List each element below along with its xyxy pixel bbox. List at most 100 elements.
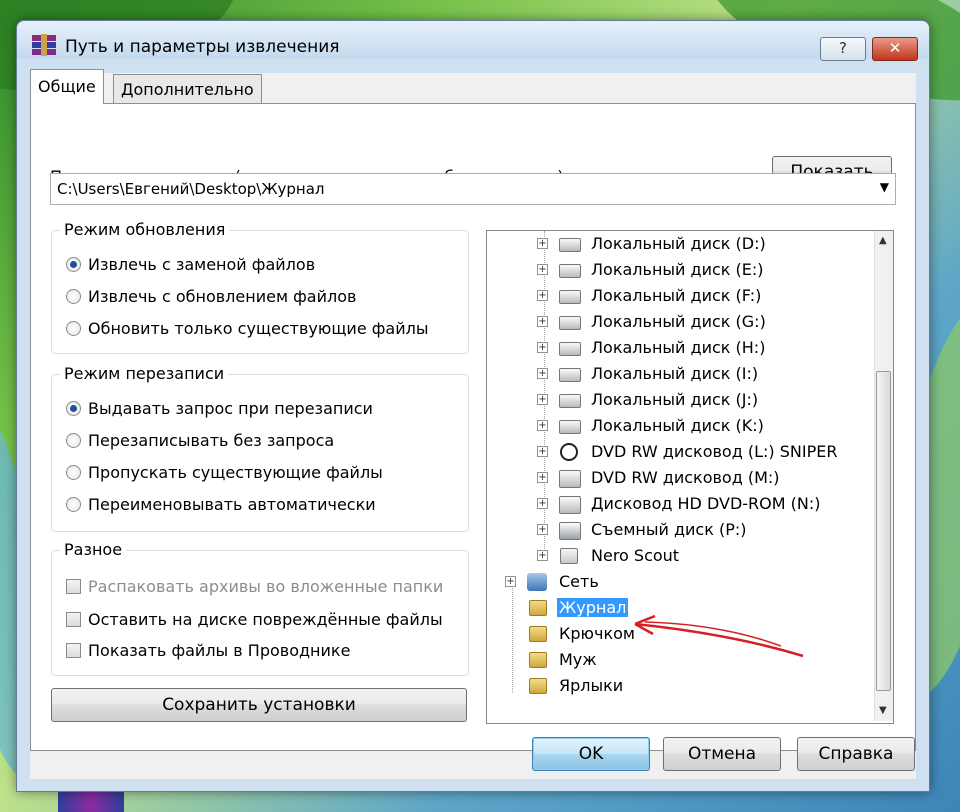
folder-icon (529, 600, 547, 616)
expand-icon[interactable]: + (537, 472, 548, 483)
radio-skip-existing[interactable]: Пропускать существующие файлы (66, 463, 383, 482)
expand-icon[interactable]: + (537, 238, 548, 249)
drive-icon (559, 368, 581, 382)
radio-indicator[interactable] (66, 401, 81, 416)
tree-item-network[interactable]: + Сеть (487, 571, 867, 595)
winrar-icon (32, 34, 56, 56)
scrollbar-thumb[interactable] (876, 371, 891, 691)
radio-indicator[interactable] (66, 497, 81, 512)
title-help-button[interactable]: ? (820, 37, 866, 61)
help-button[interactable]: Справка (797, 737, 915, 771)
option-label: Распаковать архивы во вложенные папки (88, 577, 444, 596)
removable-drive-icon (559, 522, 581, 540)
expand-icon[interactable]: + (537, 290, 548, 301)
expand-icon[interactable]: + (537, 550, 548, 561)
option-label: Обновить только существующие файлы (88, 319, 429, 338)
radio-extract-replace[interactable]: Извлечь с заменой файлов (66, 255, 315, 274)
title-close-button[interactable]: ✕ (872, 37, 918, 61)
ok-button[interactable]: OK (532, 737, 650, 771)
tree-item-drive-i[interactable]: + Локальный диск (I:) (487, 363, 867, 387)
expand-icon[interactable]: + (537, 420, 548, 431)
drive-icon (559, 316, 581, 330)
title-bar[interactable]: Путь и параметры извлечения ? ✕ (17, 21, 929, 61)
tree-item-drive-e[interactable]: + Локальный диск (E:) (487, 259, 867, 283)
radio-indicator[interactable] (66, 321, 81, 336)
tree-item-drive-g[interactable]: + Локальный диск (G:) (487, 311, 867, 335)
tree-item-removable-p[interactable]: + Съемный диск (P:) (487, 519, 867, 543)
tree-item-dvd-l[interactable]: + DVD RW дисковод (L:) SNIPER (487, 441, 867, 465)
expand-icon[interactable]: + (537, 316, 548, 327)
tree-item-drive-k[interactable]: + Локальный диск (K:) (487, 415, 867, 439)
expand-icon[interactable]: + (537, 264, 548, 275)
radio-indicator[interactable] (66, 289, 81, 304)
tree-scrollbar[interactable]: ▲ ▼ (874, 231, 893, 721)
expand-icon[interactable]: + (505, 576, 516, 587)
expand-icon[interactable]: + (537, 368, 548, 379)
radio-overwrite-without-prompt[interactable]: Перезаписывать без запроса (66, 431, 334, 450)
cancel-button[interactable]: Отмена (663, 737, 781, 771)
expand-icon[interactable]: + (537, 498, 548, 509)
update-mode-group: Режим обновления Извлечь с заменой файло… (51, 220, 469, 354)
tab-general[interactable]: Общие (30, 69, 104, 104)
save-settings-button[interactable]: Сохранить установки (51, 688, 467, 722)
option-label: Переименовывать автоматически (88, 495, 376, 514)
radio-indicator[interactable] (66, 257, 81, 272)
drive-icon (559, 420, 581, 434)
tree-item-yarlyki[interactable]: Ярлыки (487, 675, 867, 699)
drive-icon (559, 342, 581, 356)
checkbox-show-in-explorer[interactable]: Показать файлы в Проводнике (66, 641, 350, 660)
tree-item-nero-scout[interactable]: + Nero Scout (487, 545, 867, 569)
tree-item-drive-j[interactable]: + Локальный диск (J:) (487, 389, 867, 413)
expand-icon[interactable]: + (537, 524, 548, 535)
tree-item-label: Локальный диск (G:) (591, 312, 766, 331)
path-combobox[interactable]: C:\Users\Евгений\Desktop\Журнал ▼ (50, 173, 896, 205)
tree-item-drive-h[interactable]: + Локальный диск (H:) (487, 337, 867, 361)
expand-icon[interactable]: + (537, 342, 548, 353)
radio-extract-update[interactable]: Извлечь с обновлением файлов (66, 287, 356, 306)
disc-icon (560, 443, 578, 461)
dvd-drive-icon (559, 470, 581, 488)
option-label: Извлечь с обновлением файлов (88, 287, 357, 306)
tree-item-drive-f[interactable]: + Локальный диск (F:) (487, 285, 867, 309)
scroll-down-arrow-icon[interactable]: ▼ (879, 705, 887, 716)
radio-indicator[interactable] (66, 465, 81, 480)
red-annotation-arrow (634, 614, 804, 658)
misc-title: Разное (60, 540, 127, 559)
option-label: Пропускать существующие файлы (88, 463, 383, 482)
radio-indicator[interactable] (66, 433, 81, 448)
tree-item-label: Локальный диск (H:) (591, 338, 766, 357)
tree-item-label: Локальный диск (E:) (591, 260, 764, 279)
checkbox-indicator[interactable] (66, 643, 81, 658)
misc-group: Разное Распаковать архивы во вложенные п… (51, 540, 469, 676)
tree-item-hddvd-n[interactable]: + Дисковод HD DVD-ROM (N:) (487, 493, 867, 517)
dialog-client-area: Общие Дополнительно Путь для извлечения … (30, 69, 916, 779)
tree-item-dvd-m[interactable]: + DVD RW дисковод (M:) (487, 467, 867, 491)
option-label: Оставить на диске повреждённые файлы (88, 610, 443, 629)
tree-item-label: DVD RW дисковод (L:) SNIPER (591, 442, 838, 461)
folder-icon (529, 678, 547, 694)
chevron-down-icon[interactable]: ▼ (880, 180, 889, 194)
radio-ask-before-overwrite[interactable]: Выдавать запрос при перезаписи (66, 399, 373, 418)
radio-refresh-existing[interactable]: Обновить только существующие файлы (66, 319, 428, 338)
radio-rename-auto[interactable]: Переименовывать автоматически (66, 495, 376, 514)
option-label: Выдавать запрос при перезаписи (88, 399, 373, 418)
checkbox-indicator[interactable] (66, 612, 81, 627)
overwrite-mode-group: Режим перезаписи Выдавать запрос при пер… (51, 364, 469, 532)
tree-item-label: Журнал (557, 598, 629, 617)
tree-item-label: Nero Scout (591, 546, 680, 565)
checkbox-keep-broken[interactable]: Оставить на диске повреждённые файлы (66, 610, 443, 629)
tree-item-label: Ярлыки (559, 676, 624, 695)
expand-icon[interactable]: + (537, 394, 548, 405)
option-label: Показать файлы в Проводнике (88, 641, 351, 660)
drive-icon (559, 264, 581, 278)
tree-item-label: Сеть (559, 572, 599, 591)
checkbox-extract-nested[interactable]: Распаковать архивы во вложенные папки (66, 577, 443, 596)
scroll-up-arrow-icon[interactable]: ▲ (879, 235, 887, 246)
expand-icon[interactable]: + (537, 446, 548, 457)
tree-item-label: Съемный диск (P:) (591, 520, 747, 539)
tree-item-drive-d[interactable]: + Локальный диск (D:) (487, 233, 867, 257)
checkbox-indicator[interactable] (66, 579, 81, 594)
tab-panel-general: Путь для извлечения (если не существует,… (30, 103, 916, 751)
overwrite-mode-title: Режим перезаписи (60, 364, 229, 383)
tab-advanced[interactable]: Дополнительно (113, 74, 262, 104)
